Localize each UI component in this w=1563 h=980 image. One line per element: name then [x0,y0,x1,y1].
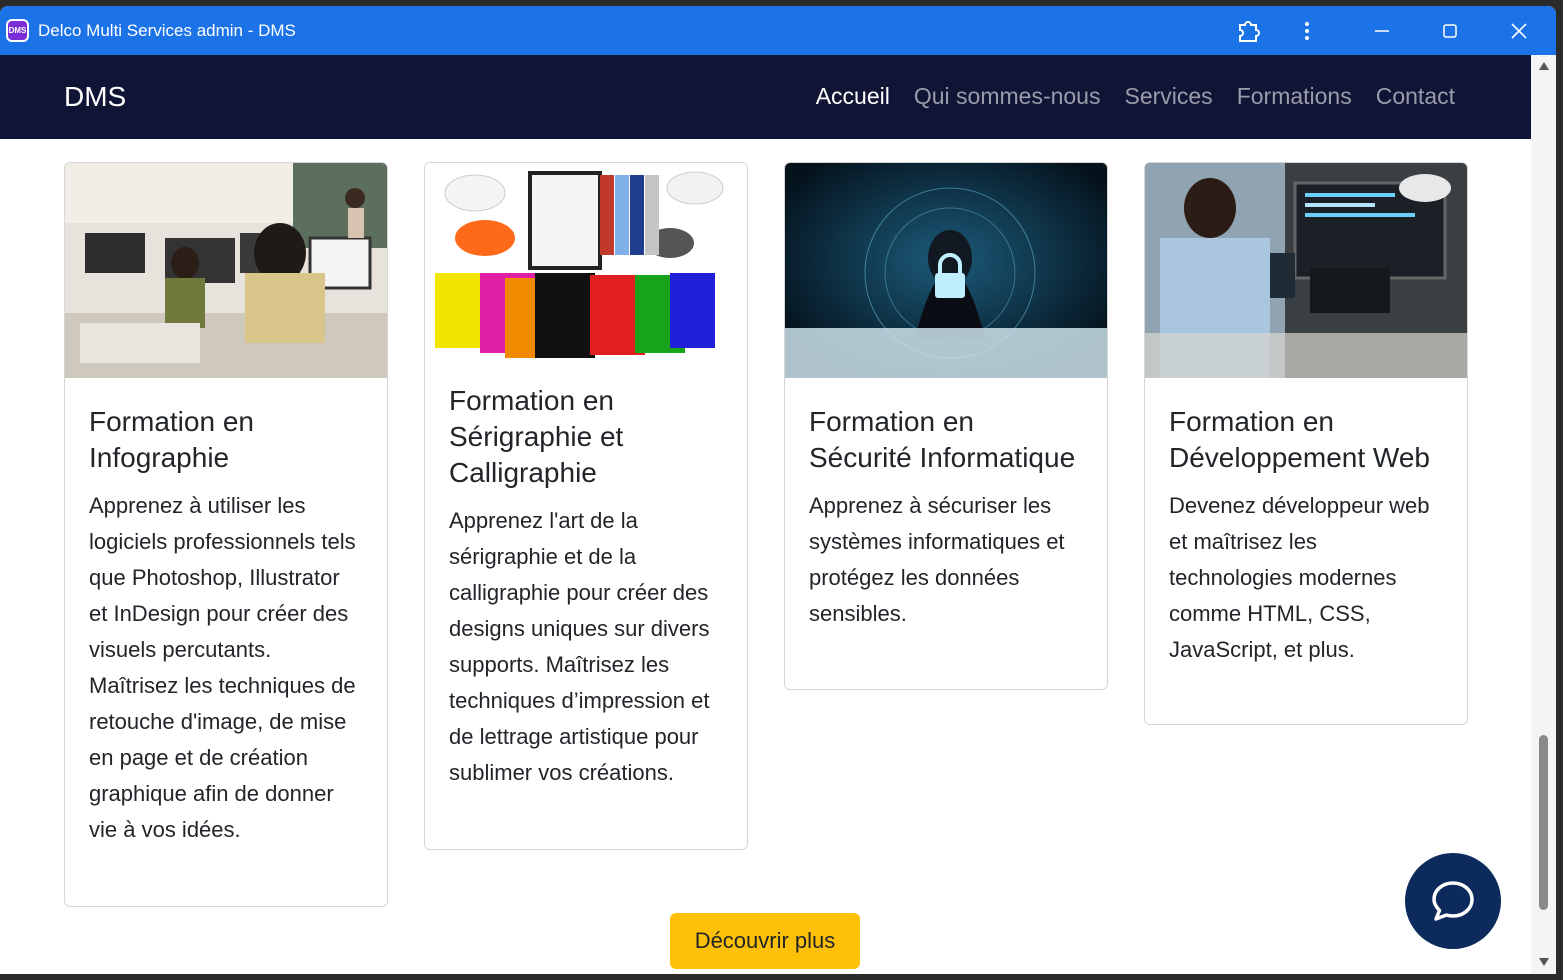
menu-button[interactable] [1291,15,1323,47]
kebab-menu-icon [1305,22,1309,40]
nav-link-qui-sommes-nous[interactable]: Qui sommes-nous [914,83,1101,110]
card-title: Formation en Infographie [89,406,254,473]
title-bar: DMS Delco Multi Services admin - DMS [0,6,1556,55]
course-card-serigraphie: Formation en Sérigraphie et Calligraphie… [424,162,748,850]
hacker-padlock-photo [785,163,1107,378]
card-text: Apprenez l'art de la sérigraphie et de l… [449,508,710,785]
brand-logo[interactable]: DMS [64,81,126,113]
page-viewport: DMS Accueil Qui sommes-nous Services For… [0,55,1531,974]
minimize-icon [1375,30,1389,32]
course-card-dev-web: Formation en Développement Web Devenez d… [1144,162,1468,725]
maximize-icon [1443,24,1457,38]
card-title: Formation en Développement Web [1169,406,1430,473]
card-title: Formation en Sérigraphie et Calligraphie [449,385,624,488]
site-navbar: DMS Accueil Qui sommes-nous Services For… [0,55,1531,139]
nav-link-services[interactable]: Services [1124,83,1212,110]
nav-link-formations[interactable]: Formations [1237,83,1352,110]
close-icon [1511,23,1527,39]
chat-bubble-icon [1432,881,1474,921]
card-title: Formation en Sécurité Informatique [809,406,1076,473]
scroll-up-arrow-icon[interactable] [1535,57,1552,74]
app-icon: DMS [6,19,29,42]
card-text: Apprenez à utiliser les logiciels profes… [89,493,356,842]
window-title: Delco Multi Services admin - DMS [38,21,296,40]
extensions-button[interactable] [1232,15,1264,47]
classroom-computers-photo [65,163,387,378]
developer-coding-photo [1145,163,1467,378]
card-text: Devenez développeur web et maîtrisez les… [1169,493,1430,662]
chat-button[interactable] [1405,853,1501,949]
nav-link-contact[interactable]: Contact [1376,83,1455,110]
puzzle-icon [1239,21,1260,42]
browser-window: DMS Delco Multi Services admin - DMS DMS… [0,6,1556,974]
minimize-button[interactable] [1366,15,1398,47]
course-card-infographie: Formation en Infographie Apprenez à util… [64,162,388,907]
card-text: Apprenez à sécuriser les systèmes inform… [809,493,1065,626]
scrollbar-thumb[interactable] [1539,735,1548,910]
close-button[interactable] [1503,15,1535,47]
nav-links: Accueil Qui sommes-nous Services Formati… [816,83,1455,110]
discover-more-button[interactable]: Découvrir plus [670,913,860,969]
tshirts-caps-photo [425,163,747,363]
maximize-button[interactable] [1434,15,1466,47]
nav-link-accueil[interactable]: Accueil [816,83,890,110]
scroll-down-arrow-icon[interactable] [1535,953,1552,970]
course-card-securite: Formation en Sécurité Informatique Appre… [784,162,1108,690]
page-scrollbar[interactable] [1531,55,1556,974]
